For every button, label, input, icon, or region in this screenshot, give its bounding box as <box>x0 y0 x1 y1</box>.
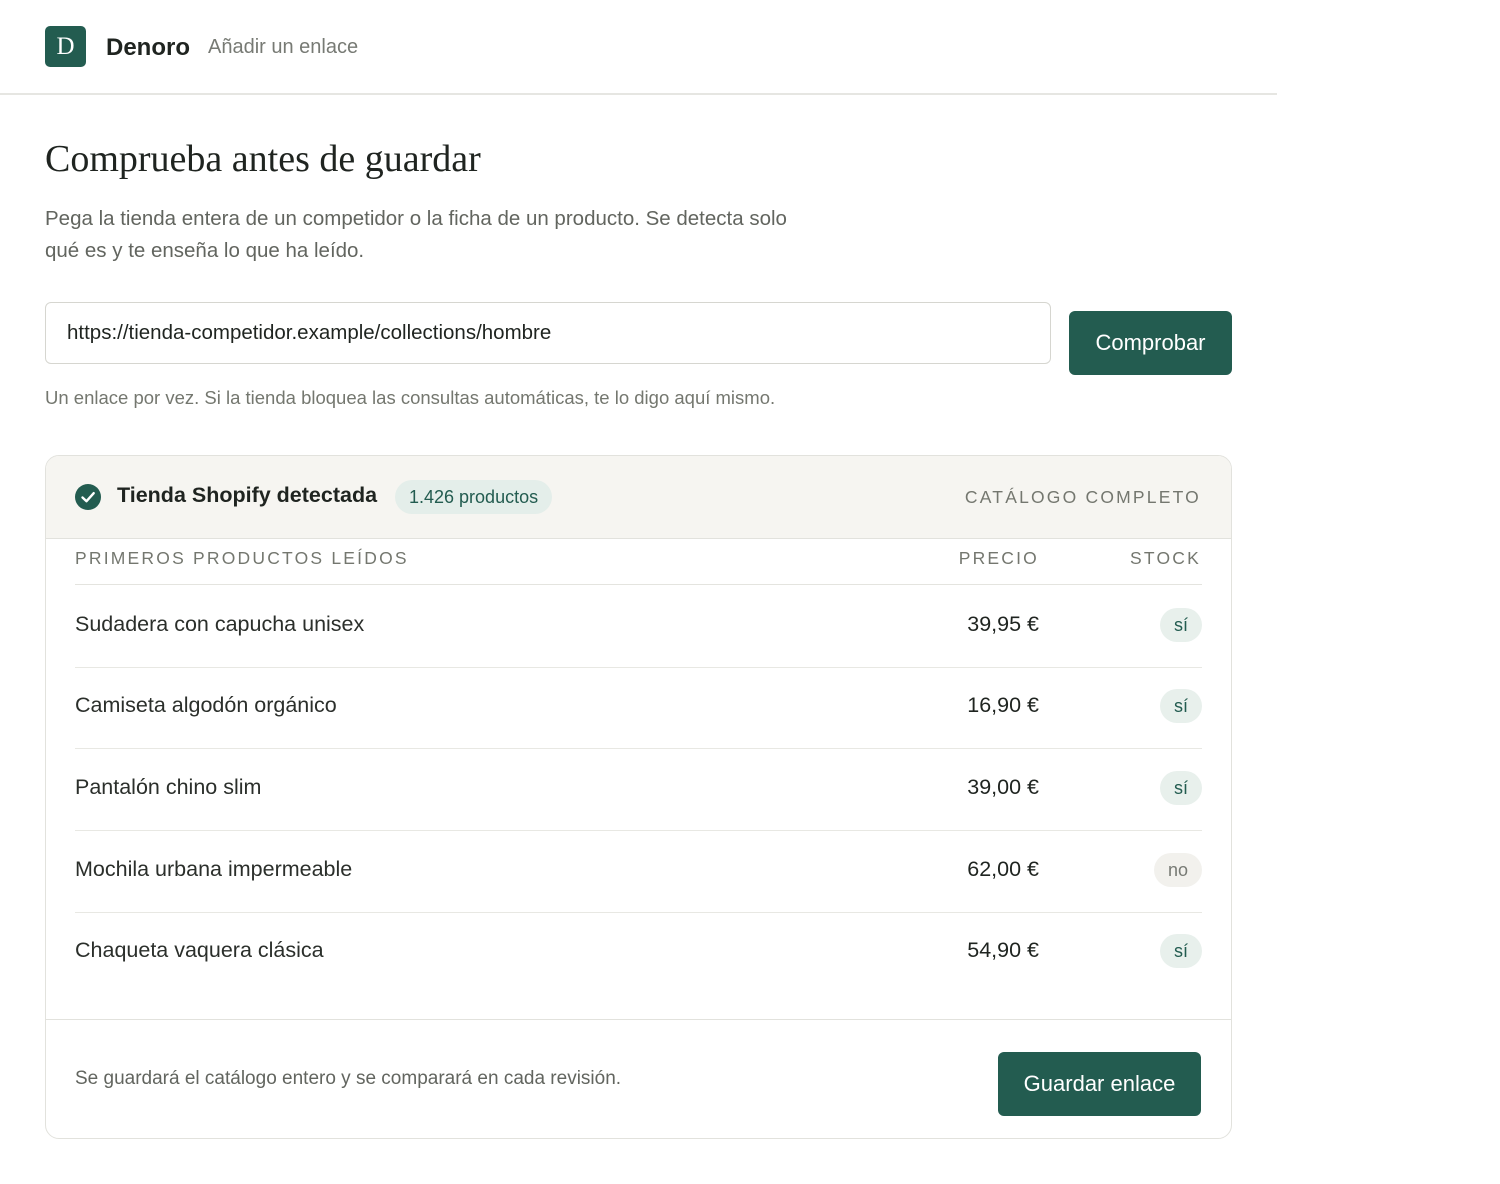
product-price: 39,95 € <box>967 612 1039 636</box>
catalog-scope-label: CATÁLOGO COMPLETO <box>964 487 1201 507</box>
result-footer: Se guardará el catálogo entero y se comp… <box>46 1019 1231 1138</box>
check-button[interactable]: Comprobar <box>1069 311 1232 375</box>
stock-badge: sí <box>1160 934 1202 968</box>
table-row: Camiseta algodón orgánico 16,90 € sí <box>75 667 1202 749</box>
table-row: Mochila urbana impermeable 62,00 € no <box>75 831 1202 913</box>
result-header: Tienda Shopify detectada 1.426 productos… <box>46 456 1231 539</box>
detected-label: Tienda Shopify detectada <box>117 483 378 507</box>
breadcrumb: Añadir un enlace <box>208 36 359 58</box>
hint-text: Un enlace por vez. Si la tienda bloquea … <box>45 387 776 408</box>
column-header-products: PRIMEROS PRODUCTOS LEÍDOS <box>75 548 409 568</box>
result-card: Tienda Shopify detectada 1.426 productos… <box>45 455 1232 1139</box>
check-circle-icon <box>75 484 101 510</box>
column-header-price: PRECIO <box>958 548 1039 568</box>
product-price: 16,90 € <box>967 693 1039 717</box>
stock-badge: sí <box>1160 771 1202 805</box>
product-price: 39,00 € <box>967 775 1039 799</box>
url-input[interactable] <box>45 302 1051 364</box>
brand-name[interactable]: Denoro <box>106 34 190 62</box>
product-price: 62,00 € <box>967 857 1039 881</box>
product-name: Sudadera con capucha unisex <box>75 612 365 636</box>
save-link-button[interactable]: Guardar enlace <box>998 1052 1201 1116</box>
table-row: Pantalón chino slim 39,00 € sí <box>75 749 1202 831</box>
product-count-badge: 1.426 productos <box>395 480 553 514</box>
table-row: Sudadera con capucha unisex 39,95 € sí <box>75 586 1202 668</box>
product-price: 54,90 € <box>967 938 1039 962</box>
divider <box>75 584 1202 585</box>
column-header-stock: STOCK <box>1130 548 1201 568</box>
table-row: Chaqueta vaquera clásica 54,90 € sí <box>75 912 1202 993</box>
product-name: Pantalón chino slim <box>75 775 262 799</box>
intro-text: Pega la tienda entera de un competidor o… <box>45 207 787 262</box>
product-name: Mochila urbana impermeable <box>75 857 353 881</box>
logo[interactable]: D <box>45 26 86 67</box>
footer-note: Se guardará el catálogo entero y se comp… <box>75 1068 622 1089</box>
product-name: Chaqueta vaquera clásica <box>75 938 324 962</box>
product-name: Camiseta algodón orgánico <box>75 693 337 717</box>
page-title: Comprueba antes de guardar <box>45 138 481 180</box>
stock-badge: sí <box>1160 608 1202 642</box>
stock-badge: no <box>1154 853 1202 887</box>
stock-badge: sí <box>1160 689 1202 723</box>
top-bar: D Denoro Añadir un enlace <box>0 0 1277 95</box>
